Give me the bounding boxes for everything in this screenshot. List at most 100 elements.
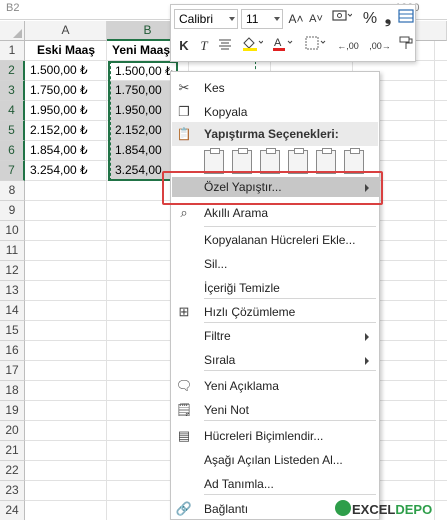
row-header[interactable]: 17 bbox=[0, 361, 25, 381]
watermark-logo-icon bbox=[335, 500, 351, 516]
format-cells-icon: ▤ bbox=[177, 428, 191, 443]
decrease-decimal-button[interactable]: ,00→ bbox=[365, 35, 395, 57]
cell-a3[interactable]: 1.750,00 ₺ bbox=[25, 81, 107, 101]
menu-item-format-cells[interactable]: ▤ Hücreleri Biçimlendir... bbox=[171, 424, 379, 448]
copy-icon: ❐ bbox=[178, 104, 190, 119]
fill-color-button[interactable] bbox=[239, 35, 265, 57]
comma-style-button[interactable]: ❟ bbox=[381, 8, 395, 30]
select-all-corner[interactable] bbox=[0, 21, 25, 41]
menu-item-sort[interactable]: Sırala bbox=[171, 348, 379, 372]
row-header[interactable]: 4 bbox=[0, 101, 25, 121]
font-name-value: Calibri bbox=[179, 12, 214, 26]
row-header[interactable]: 15 bbox=[0, 321, 25, 341]
link-icon: 🔗 bbox=[175, 501, 193, 516]
cell-a7[interactable]: 3.254,00 ₺ bbox=[25, 161, 107, 181]
percent-style-button[interactable]: % bbox=[361, 8, 379, 30]
row-header[interactable]: 13 bbox=[0, 281, 25, 301]
chevron-right-icon bbox=[365, 357, 369, 365]
menu-item-label: Sırala bbox=[204, 353, 236, 367]
cell-a5[interactable]: 2.152,00 ₺ bbox=[25, 121, 107, 141]
borders-icon bbox=[305, 36, 326, 50]
new-note-icon: 🗒 bbox=[175, 402, 193, 417]
accounting-format-button[interactable] bbox=[329, 8, 355, 30]
row-header[interactable]: 21 bbox=[0, 441, 25, 461]
menu-item-label: Sil... bbox=[204, 257, 228, 271]
italic-button[interactable]: T bbox=[196, 35, 212, 57]
watermark: EXCELDEPO bbox=[352, 502, 432, 517]
chevron-right-icon bbox=[365, 333, 369, 341]
menu-item-label: Yeni Açıklama bbox=[204, 379, 279, 393]
row-header[interactable]: 19 bbox=[0, 401, 25, 421]
column-header-a[interactable]: A bbox=[25, 21, 107, 41]
menu-item-insert-copied[interactable]: Kopyalanan Hücreleri Ekle... bbox=[171, 228, 379, 252]
increase-decimal-button[interactable]: ←,00 bbox=[333, 35, 363, 57]
menu-item-define-name[interactable]: Ad Tanımla... bbox=[171, 472, 379, 496]
row-header[interactable]: 14 bbox=[0, 301, 25, 321]
selection-range bbox=[108, 61, 178, 181]
shrink-font-button[interactable]: A˅ bbox=[307, 8, 325, 30]
menu-item-label: Kopyala bbox=[204, 105, 248, 119]
cell-a1[interactable]: Eski Maaş bbox=[25, 41, 107, 61]
chevron-down-icon bbox=[274, 17, 280, 21]
borders-button[interactable] bbox=[303, 35, 329, 57]
row-header[interactable]: 5 bbox=[0, 121, 25, 141]
new-comment-icon: 🗨 bbox=[175, 378, 193, 393]
bold-button[interactable]: K bbox=[176, 35, 192, 57]
row-header[interactable]: 24 bbox=[0, 501, 25, 520]
highlight-box bbox=[162, 171, 383, 205]
scissors-icon: ✂ bbox=[178, 80, 190, 95]
menu-item-label: Akıllı Arama bbox=[204, 206, 269, 220]
row-header[interactable]: 7 bbox=[0, 161, 25, 181]
menu-item-clear-contents[interactable]: İçeriği Temizle bbox=[171, 276, 379, 300]
cell-a6[interactable]: 1.854,00 ₺ bbox=[25, 141, 107, 161]
menu-separator bbox=[204, 298, 376, 299]
row-header[interactable]: 3 bbox=[0, 81, 25, 101]
font-color-icon: A bbox=[273, 37, 293, 51]
menu-item-copy[interactable]: ❐ Kopyala bbox=[171, 100, 379, 124]
menu-item-label: Hızlı Çözümleme bbox=[204, 305, 296, 319]
grow-font-button[interactable]: A˄ bbox=[287, 8, 305, 30]
menu-item-delete[interactable]: Sil... bbox=[171, 252, 379, 276]
menu-item-smart-lookup[interactable]: ⌕ Akıllı Arama bbox=[171, 201, 379, 225]
menu-item-filter[interactable]: Filtre bbox=[171, 324, 379, 348]
row-header[interactable]: 2 bbox=[0, 61, 25, 81]
paste-icon: 📋 bbox=[176, 127, 192, 141]
menu-item-label: İçeriği Temizle bbox=[204, 281, 280, 295]
accounting-icon bbox=[332, 10, 353, 21]
row-header[interactable]: 22 bbox=[0, 461, 25, 481]
row-header[interactable]: 16 bbox=[0, 341, 25, 361]
name-box[interactable]: B2 bbox=[6, 2, 19, 14]
row-header[interactable]: 9 bbox=[0, 201, 25, 221]
paste-options-header: 📋 Yapıştırma Seçenekleri: bbox=[172, 122, 378, 146]
chevron-down-icon bbox=[229, 17, 235, 21]
row-header[interactable]: 10 bbox=[0, 221, 25, 241]
menu-item-new-note[interactable]: 🗒 Yeni Not bbox=[171, 398, 379, 422]
format-painter-button[interactable] bbox=[397, 35, 415, 57]
menu-separator bbox=[204, 494, 376, 495]
menu-item-pick-from-list[interactable]: Aşağı Açılan Listeden Al... bbox=[171, 448, 379, 472]
menu-item-label: Aşağı Açılan Listeden Al... bbox=[204, 453, 343, 467]
format-table-button[interactable] bbox=[397, 8, 415, 30]
row-header[interactable]: 12 bbox=[0, 261, 25, 281]
menu-separator bbox=[204, 370, 376, 371]
row-header[interactable]: 20 bbox=[0, 421, 25, 441]
row-header[interactable]: 8 bbox=[0, 181, 25, 201]
row-header[interactable]: 23 bbox=[0, 481, 25, 501]
cell-a2[interactable]: 1.500,00 ₺ bbox=[25, 61, 107, 81]
row-header[interactable]: 1 bbox=[0, 41, 25, 61]
menu-item-label: Kes bbox=[204, 81, 225, 95]
menu-separator bbox=[204, 420, 376, 421]
font-size-box[interactable]: 11 bbox=[241, 9, 283, 29]
menu-item-new-comment[interactable]: 🗨 Yeni Açıklama bbox=[171, 374, 379, 398]
menu-item-cut[interactable]: ✂ Kes bbox=[171, 76, 379, 100]
cell-a4[interactable]: 1.950,00 ₺ bbox=[25, 101, 107, 121]
row-header[interactable]: 11 bbox=[0, 241, 25, 261]
menu-item-label: Bağlantı bbox=[204, 502, 249, 516]
font-name-box[interactable]: Calibri bbox=[174, 9, 238, 29]
menu-item-quick-analysis[interactable]: ⊞ Hızlı Çözümleme bbox=[171, 300, 379, 324]
align-center-button[interactable] bbox=[216, 35, 234, 57]
table-icon bbox=[398, 9, 414, 23]
row-header[interactable]: 6 bbox=[0, 141, 25, 161]
font-color-button[interactable]: A bbox=[269, 35, 295, 57]
row-header[interactable]: 18 bbox=[0, 381, 25, 401]
